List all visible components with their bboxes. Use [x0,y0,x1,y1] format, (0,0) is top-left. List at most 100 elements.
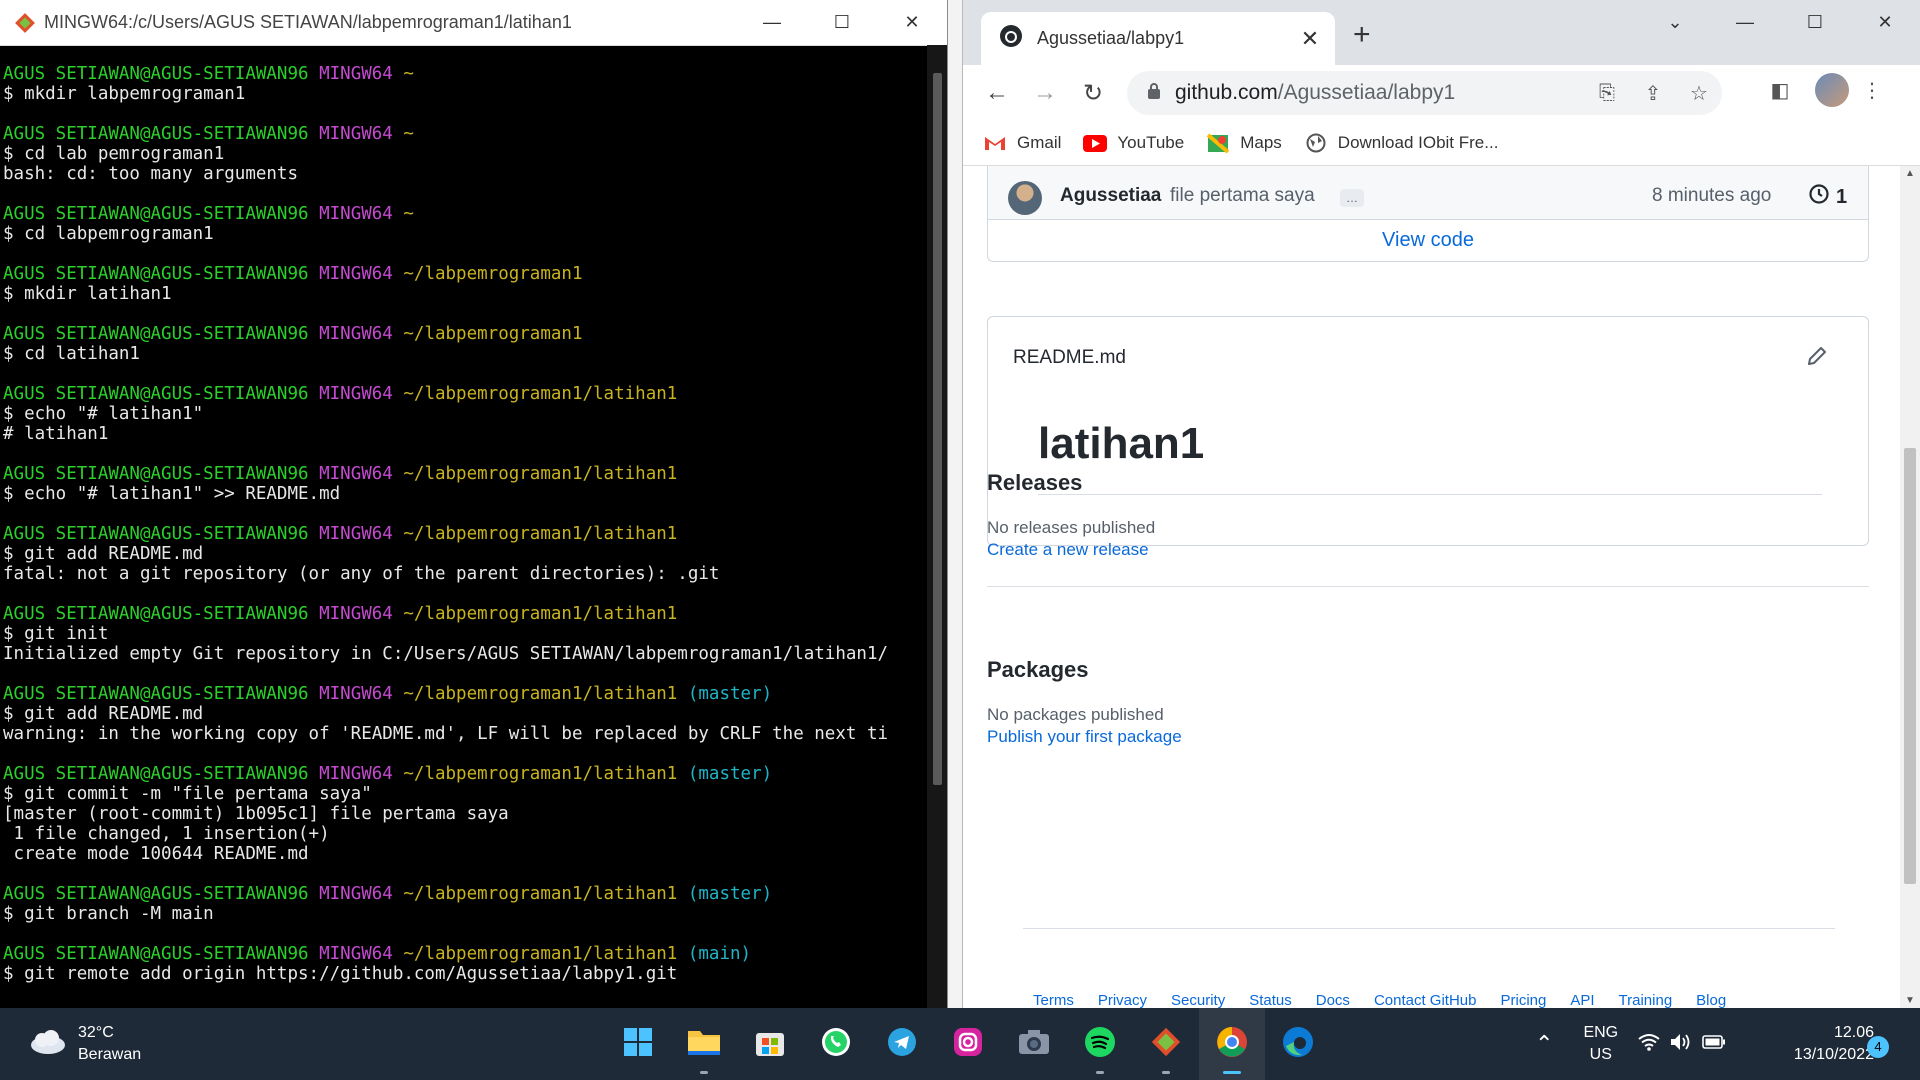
commit-history-link[interactable]: 1 [1808,183,1847,211]
browser-close-button[interactable]: ✕ [1850,0,1920,45]
keyboard-layout: US [1589,1046,1612,1063]
address-bar[interactable]: github.com/Agussetiaa/labpy1 ⎘ ⇪ ☆ [1127,71,1722,115]
camera-app[interactable] [1001,1008,1067,1080]
commit-time[interactable]: 8 minutes ago [1652,185,1771,207]
bookmark-iobit[interactable]: Download IObit Fre... [1304,133,1498,153]
volume-icon[interactable] [1670,1033,1692,1056]
terminal-prompt-line: AGUS SETIAWAN@AGUS-SETIAWAN96 MINGW64 ~ [3,124,928,144]
language-code: ENG [1583,1024,1619,1041]
commit-message[interactable]: file pertama saya [1170,185,1315,207]
commit-author[interactable]: Agussetiaa [1060,185,1161,207]
prompt-branch: (master) [677,764,773,784]
notification-badge[interactable]: 4 [1867,1036,1889,1058]
reload-button[interactable]: ↻ [1069,79,1117,108]
tab-search-button[interactable]: ⌄ [1640,0,1710,45]
footer-link[interactable]: Docs [1316,992,1350,1008]
camera-icon [1018,1029,1050,1060]
translate-button[interactable]: ⎘ [1584,82,1630,105]
tab-close-icon[interactable]: ✕ [1295,26,1325,52]
packages-title[interactable]: Packages [987,657,1089,683]
microsoft-store-app[interactable] [737,1008,803,1080]
battery-icon[interactable] [1702,1034,1726,1054]
telegram-app[interactable] [869,1008,935,1080]
publish-package-link[interactable]: Publish your first package [987,727,1182,747]
prompt-system: MINGW64 [308,124,393,144]
bookmark-gmail[interactable]: Gmail [983,133,1061,153]
side-panel-button[interactable]: ◧ [1757,78,1803,103]
close-button[interactable]: ✕ [877,0,947,45]
store-icon [755,1027,785,1062]
terminal-output[interactable]: AGUS SETIAWAN@AGUS-SETIAWAN96 MINGW64 ~ $… [0,45,928,1008]
view-code-link[interactable]: View code [988,229,1868,252]
chevron-up-icon[interactable]: ⌃ [1535,1031,1553,1057]
start-button[interactable] [605,1008,671,1080]
footer-link[interactable]: Security [1171,992,1225,1008]
back-button[interactable]: ← [973,79,1021,107]
footer-link[interactable]: Status [1249,992,1292,1008]
chrome-app[interactable] [1199,1008,1265,1080]
minimize-button[interactable]: — [737,0,807,45]
input-language[interactable]: ENG US [1583,1022,1618,1066]
side-panel-icon: ◧ [1770,79,1790,102]
latest-commit-row: Agussetiaa file pertama saya … 8 minutes… [988,166,1868,220]
browser-window[interactable]: Agussetiaa/labpy1 ✕ + ⌄ — ☐ ✕ ← → ↻ gith… [962,0,1920,1008]
instagram-app[interactable] [935,1008,1001,1080]
terminal-prompt-line: AGUS SETIAWAN@AGUS-SETIAWAN96 MINGW64 ~/… [3,384,928,404]
url-text: github.com/Agussetiaa/labpy1 [1175,81,1584,105]
terminal-scrollbar[interactable] [927,45,947,1008]
share-button[interactable]: ⇪ [1630,81,1676,106]
browser-minimize-button[interactable]: — [1710,0,1780,45]
maps-icon [1206,133,1230,154]
whatsapp-app[interactable] [803,1008,869,1080]
arrow-left-icon: ← [985,79,1009,106]
footer-link[interactable]: Contact GitHub [1374,992,1477,1008]
scroll-down-arrow-icon[interactable]: ▼ [1905,995,1915,1006]
running-indicator [1223,1071,1241,1074]
terminal-title-bar[interactable]: MINGW64:/c/Users/AGUS SETIAWAN/labpemrog… [0,0,947,46]
close-icon: ✕ [1877,12,1893,32]
page-content[interactable]: Agussetiaa file pertama saya … 8 minutes… [963,166,1901,1008]
bookmark-star-button[interactable]: ☆ [1676,81,1722,106]
page-scrollbar[interactable]: ▲ ▼ [1900,166,1920,1008]
terminal-window[interactable]: MINGW64:/c/Users/AGUS SETIAWAN/labpemrog… [0,0,948,1008]
releases-title[interactable]: Releases [987,470,1082,496]
avatar[interactable] [1008,181,1042,215]
page-scrollbar-thumb[interactable] [1904,448,1916,884]
terminal-scrollbar-thumb[interactable] [933,73,942,785]
file-explorer-app[interactable] [671,1008,737,1080]
bookmark-youtube[interactable]: YouTube [1083,133,1184,153]
edit-readme-button[interactable] [1806,345,1828,372]
footer-link[interactable]: Blog [1696,992,1726,1008]
tab-github-repo[interactable]: Agussetiaa/labpy1 ✕ [981,12,1335,65]
git-app[interactable] [1133,1008,1199,1080]
forward-button[interactable]: → [1021,79,1069,107]
edge-app[interactable] [1265,1008,1331,1080]
wifi-icon[interactable] [1638,1033,1660,1056]
clock[interactable]: 12.06 13/10/2022 [1762,1022,1874,1066]
prompt-path: ~/labpemrograman1/latihan1 [392,684,678,704]
terminal-text-line: Initialized empty Git repository in C:/U… [3,644,889,664]
footer-link[interactable]: Pricing [1500,992,1546,1008]
browser-maximize-button[interactable]: ☐ [1780,0,1850,45]
commit-expand-button[interactable]: … [1340,189,1364,207]
github-icon [999,24,1023,53]
readme-filename[interactable]: README.md [1013,347,1126,369]
new-tab-button[interactable]: + [1353,18,1371,52]
footer-link[interactable]: Privacy [1098,992,1147,1008]
footer-link[interactable]: API [1570,992,1594,1008]
menu-button[interactable]: ⋮ [1849,78,1895,103]
bookmark-label: Gmail [1017,133,1062,152]
footer-link[interactable]: Terms [1033,992,1074,1008]
spotify-app[interactable] [1067,1008,1133,1080]
maximize-button[interactable]: ☐ [807,0,877,45]
bookmark-maps[interactable]: Maps [1206,133,1282,154]
create-release-link[interactable]: Create a new release [987,540,1149,560]
footer-link[interactable]: Training [1619,992,1673,1008]
weather-widget[interactable]: 32°C Berawan [28,1022,141,1066]
minimize-icon: — [1736,12,1754,32]
profile-avatar[interactable] [1815,73,1849,107]
scroll-up-arrow-icon[interactable]: ▲ [1905,168,1915,179]
